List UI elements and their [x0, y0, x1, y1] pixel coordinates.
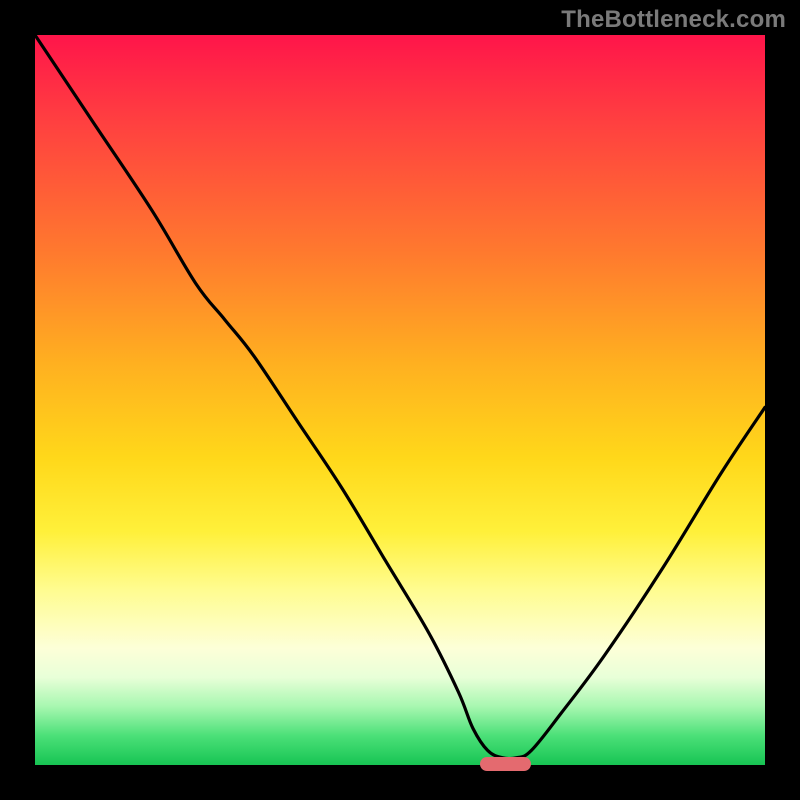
- minimum-marker: [480, 757, 531, 771]
- chart-frame: TheBottleneck.com: [0, 0, 800, 800]
- watermark-text: TheBottleneck.com: [561, 6, 786, 34]
- bottleneck-curve: [35, 35, 765, 765]
- curve-path: [35, 35, 765, 759]
